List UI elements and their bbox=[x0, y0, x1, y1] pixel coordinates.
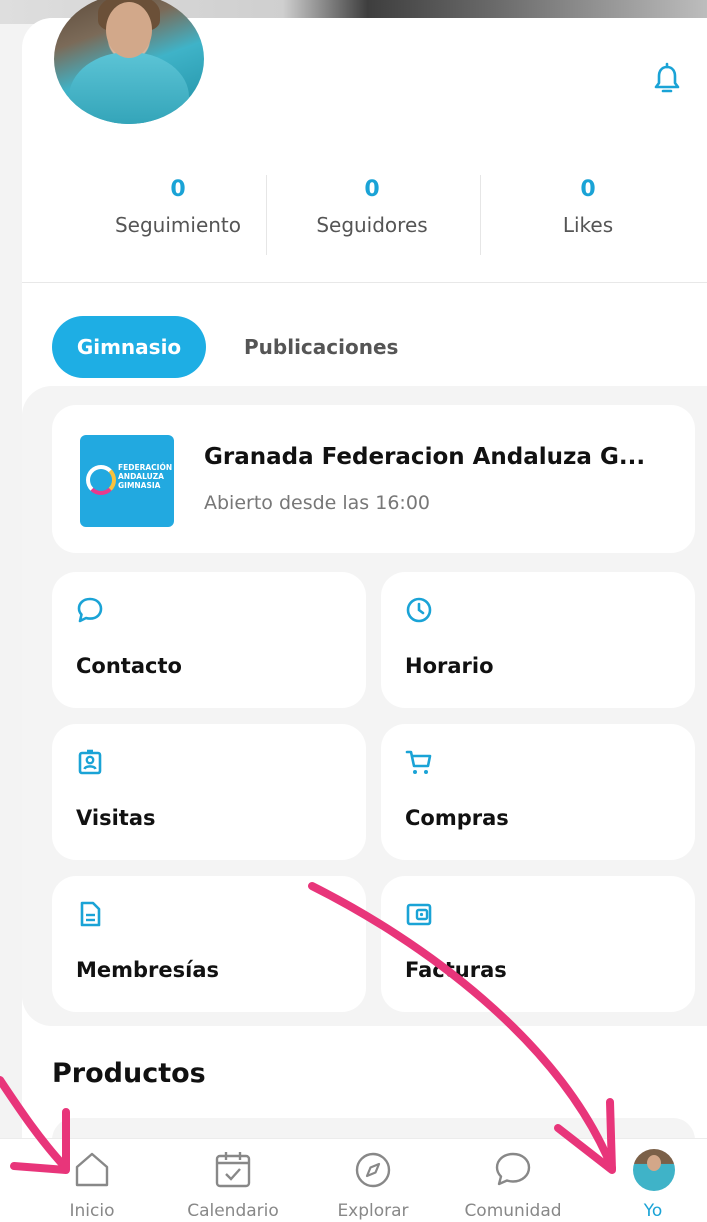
nav-calendario[interactable]: Calendario bbox=[173, 1139, 293, 1222]
nav-explorar[interactable]: Explorar bbox=[313, 1139, 433, 1222]
stat-value: 0 bbox=[580, 177, 596, 202]
nav-label: Comunidad bbox=[464, 1201, 562, 1221]
bell-icon[interactable] bbox=[650, 62, 684, 96]
stat-divider bbox=[266, 175, 267, 255]
gym-status: Abierto desde las 16:00 bbox=[204, 492, 431, 514]
tile-compras[interactable]: Compras bbox=[381, 724, 695, 860]
chat-icon bbox=[493, 1149, 533, 1189]
nav-comunidad[interactable]: Comunidad bbox=[453, 1139, 573, 1222]
stat-seguidores[interactable]: 0 Seguidores bbox=[272, 170, 472, 240]
document-icon bbox=[76, 900, 104, 928]
stat-divider bbox=[480, 175, 481, 255]
profile-avatar[interactable] bbox=[54, 0, 204, 124]
tile-label: Membresías bbox=[76, 958, 220, 982]
bottom-nav: Inicio Calendario Explorar Comunidad Yo bbox=[0, 1138, 707, 1222]
nav-label: Yo bbox=[643, 1201, 663, 1221]
chat-bubble-icon bbox=[76, 596, 104, 624]
gym-name: Granada Federacion Andaluza G... bbox=[204, 444, 646, 470]
nav-label: Explorar bbox=[337, 1201, 409, 1221]
tile-label: Contacto bbox=[76, 654, 182, 678]
products-heading: Productos bbox=[52, 1058, 206, 1089]
wallet-icon bbox=[405, 900, 433, 928]
stat-seguimiento[interactable]: 0 Seguimiento bbox=[78, 170, 278, 240]
stat-label: Likes bbox=[562, 213, 614, 237]
tile-visitas[interactable]: Visitas bbox=[52, 724, 366, 860]
tile-membresias[interactable]: Membresías bbox=[52, 876, 366, 1012]
tile-contacto[interactable]: Contacto bbox=[52, 572, 366, 708]
tile-label: Compras bbox=[405, 806, 509, 830]
cart-icon bbox=[405, 748, 433, 776]
stat-likes[interactable]: 0 Likes bbox=[488, 170, 688, 240]
home-icon bbox=[72, 1149, 112, 1189]
tile-facturas[interactable]: Facturas bbox=[381, 876, 695, 1012]
tile-label: Visitas bbox=[76, 806, 156, 830]
tile-horario[interactable]: Horario bbox=[381, 572, 695, 708]
stat-label: Seguimiento bbox=[114, 213, 242, 237]
nav-inicio[interactable]: Inicio bbox=[32, 1139, 152, 1222]
nav-yo[interactable]: Yo bbox=[593, 1139, 707, 1222]
tab-publicaciones[interactable]: Publicaciones bbox=[244, 316, 398, 378]
stat-label: Seguidores bbox=[316, 213, 428, 237]
profile-stats: 0 Seguimiento 0 Seguidores 0 Likes bbox=[22, 170, 707, 260]
section-divider bbox=[22, 282, 707, 283]
calendar-icon bbox=[213, 1149, 253, 1189]
clock-icon bbox=[405, 596, 433, 624]
gym-logo: FEDERACIÓN ANDALUZA GIMNASIA bbox=[80, 435, 174, 527]
tile-label: Horario bbox=[405, 654, 494, 678]
tab-gimnasio[interactable]: Gimnasio bbox=[52, 316, 206, 378]
nav-label: Calendario bbox=[187, 1201, 279, 1221]
compass-icon bbox=[353, 1149, 393, 1189]
badge-icon bbox=[76, 748, 104, 776]
tile-label: Facturas bbox=[405, 958, 507, 982]
stat-value: 0 bbox=[170, 177, 186, 202]
nav-label: Inicio bbox=[69, 1201, 115, 1221]
stat-value: 0 bbox=[364, 177, 380, 202]
avatar bbox=[633, 1149, 675, 1191]
